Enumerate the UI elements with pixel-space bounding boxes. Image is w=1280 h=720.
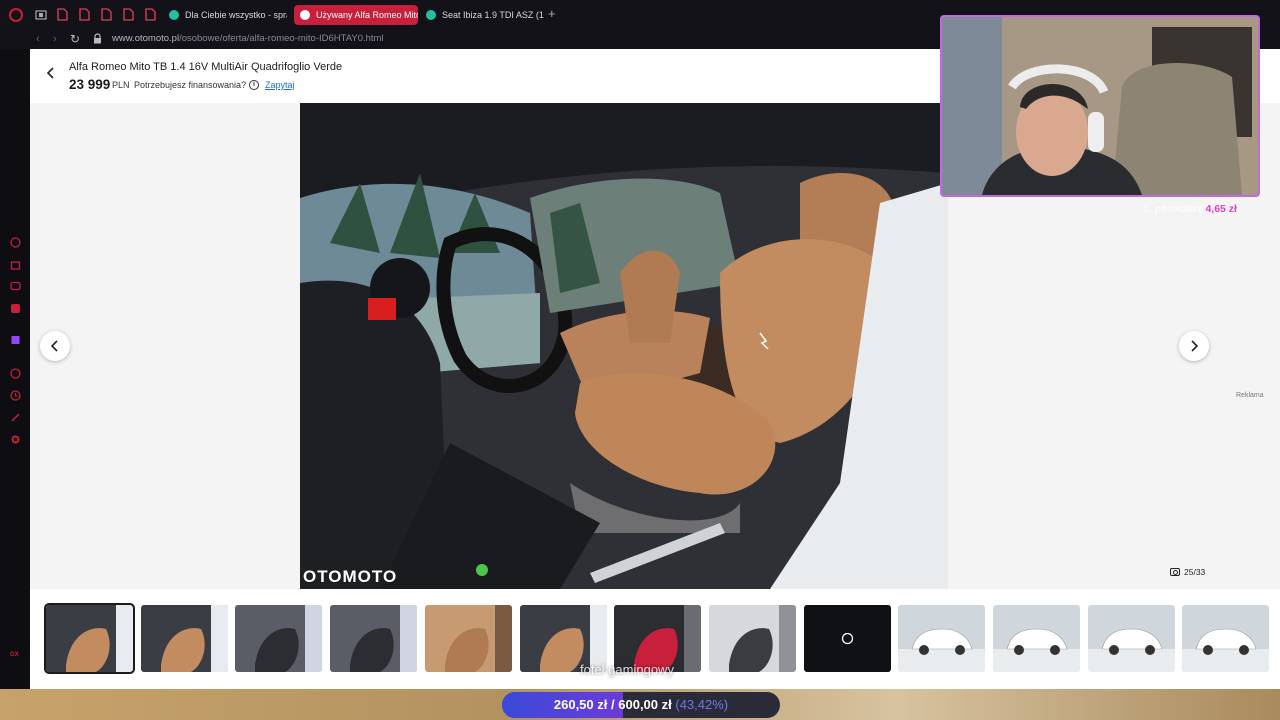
- url-path: /osobowe/oferta/alfa-romeo-mito-ID6HTAY0…: [179, 33, 384, 44]
- photo-counter-text: 25/33: [1184, 567, 1206, 577]
- gallery-backdrop-left: [30, 103, 300, 589]
- new-tab-button[interactable]: +: [548, 7, 556, 21]
- price-currency: PLN: [112, 80, 130, 90]
- pinned-tab-icon[interactable]: [57, 8, 68, 21]
- reload-icon[interactable]: ↻: [70, 32, 80, 46]
- thumbnail-image: [140, 605, 228, 672]
- donation-goal-bar: 260,50 zł / 600,00 zł (43,42%): [502, 692, 780, 718]
- gallery-thumbnail[interactable]: [140, 605, 228, 672]
- browser-sidebar: GX: [0, 49, 30, 720]
- thumbnail-image: [46, 605, 133, 672]
- gallery-thumbnail[interactable]: [1087, 605, 1175, 672]
- thumbnail-image: [993, 605, 1080, 672]
- photo-counter: 25/33: [1170, 567, 1205, 577]
- pinned-tab-icon[interactable]: [79, 8, 90, 21]
- thumbnail-image: [708, 605, 796, 672]
- back-nav-icon[interactable]: ‹: [36, 33, 40, 46]
- thumbnail-image: [1087, 605, 1175, 672]
- ask-link[interactable]: Zapytaj: [265, 80, 295, 90]
- chevron-left-icon: [50, 340, 58, 352]
- thumbnail-image: [1182, 605, 1270, 672]
- goal-current: 260,50 zł: [553, 697, 608, 712]
- gallery-thumbnail[interactable]: [993, 605, 1080, 672]
- twitch-icon[interactable]: [10, 335, 21, 346]
- gallery-thumbnail[interactable]: [424, 605, 512, 672]
- forward-nav-icon[interactable]: ›: [53, 33, 57, 46]
- goal-percent: (43,42%): [675, 697, 729, 712]
- car-interior-photo: [300, 103, 948, 589]
- top-donor: 1. pezoclarz 4,65 zł: [1143, 203, 1237, 215]
- pinned-tab-icon[interactable]: [101, 8, 112, 21]
- listing-title: Alfa Romeo Mito TB 1.4 16V MultiAir Quad…: [69, 61, 343, 73]
- donor-amount: 4,65 zł: [1205, 203, 1237, 215]
- gx-label: GX: [10, 652, 19, 658]
- opera-logo-icon[interactable]: [9, 8, 23, 22]
- donation-goal-text: 260,50 zł / 600,00 zł (43,42%): [502, 692, 780, 718]
- messenger-icon[interactable]: [10, 281, 21, 292]
- info-icon[interactable]: i: [249, 80, 259, 90]
- thumbnail-image: [424, 605, 512, 672]
- pinned-tab-icon[interactable]: [123, 8, 134, 21]
- tab-favicon-icon: [426, 10, 436, 20]
- thumbnail-image: [235, 605, 323, 672]
- player-icon[interactable]: [10, 368, 21, 379]
- tab-title: Seat Ibiza 1.9 TDI ASZ (130: [442, 10, 544, 20]
- speed-dial-icon[interactable]: [10, 237, 21, 248]
- url-text[interactable]: www.otomoto.pl/osobowe/oferta/alfa-romeo…: [112, 33, 384, 45]
- lock-icon: [94, 33, 101, 44]
- gallery-thumbnail[interactable]: [708, 605, 796, 672]
- gallery-next-button[interactable]: [1179, 331, 1209, 361]
- thumbnail-image: [898, 605, 986, 672]
- gallery-thumbnail[interactable]: [330, 605, 418, 672]
- ad-label: Reklama: [1236, 392, 1264, 399]
- settings-gear-icon[interactable]: [10, 434, 21, 445]
- bag-icon[interactable]: [10, 259, 21, 270]
- camera-icon: [1170, 568, 1180, 576]
- thumbnail-image: [803, 605, 891, 672]
- main-photo[interactable]: OTOMOTO: [300, 103, 948, 589]
- tab-title: Dla Ciebie wszystko - spra: [185, 10, 287, 20]
- chevron-right-icon: [1191, 340, 1199, 352]
- browser-tab[interactable]: Seat Ibiza 1.9 TDI ASZ (130: [420, 5, 544, 25]
- tab-favicon-icon: [169, 10, 179, 20]
- price-value: 23 999: [69, 77, 111, 92]
- streamer-webcam: [940, 15, 1260, 197]
- thumbnail-image: [330, 605, 418, 672]
- otomoto-watermark: OTOMOTO: [303, 567, 398, 586]
- gallery-thumbnail[interactable]: [44, 603, 135, 674]
- browser-tab-active[interactable]: Używany Alfa Romeo Mito: [294, 5, 418, 25]
- tab-favicon-icon: [300, 10, 310, 20]
- tab-title: Używany Alfa Romeo Mito: [316, 10, 418, 20]
- m-app-icon[interactable]: [10, 303, 21, 314]
- gallery-thumbnail[interactable]: [898, 605, 986, 672]
- history-icon[interactable]: [10, 390, 21, 401]
- gallery-thumbnail[interactable]: [235, 605, 323, 672]
- webcam-feed-image: [942, 17, 1258, 195]
- back-arrow-icon[interactable]: [44, 66, 58, 80]
- goal-target: 600,00 zł: [618, 697, 672, 712]
- browser-tab[interactable]: Dla Ciebie wszystko - spra: [163, 5, 287, 25]
- url-host: www.otomoto.pl: [112, 33, 180, 44]
- donor-label: 1. pezoclarz: [1143, 203, 1203, 215]
- gallery-prev-button[interactable]: [40, 331, 70, 361]
- financing-question: Potrzebujesz finansowania?: [134, 80, 247, 90]
- goal-separator: /: [611, 697, 615, 712]
- pinned-tab-icon[interactable]: [145, 8, 156, 21]
- tab-snapshot-icon[interactable]: [35, 9, 47, 21]
- gallery-thumbnail[interactable]: [1182, 605, 1270, 672]
- stream-caption: fotel gamingowy: [580, 662, 674, 677]
- gallery-thumbnail[interactable]: [803, 605, 891, 672]
- extensions-icon[interactable]: [10, 412, 21, 423]
